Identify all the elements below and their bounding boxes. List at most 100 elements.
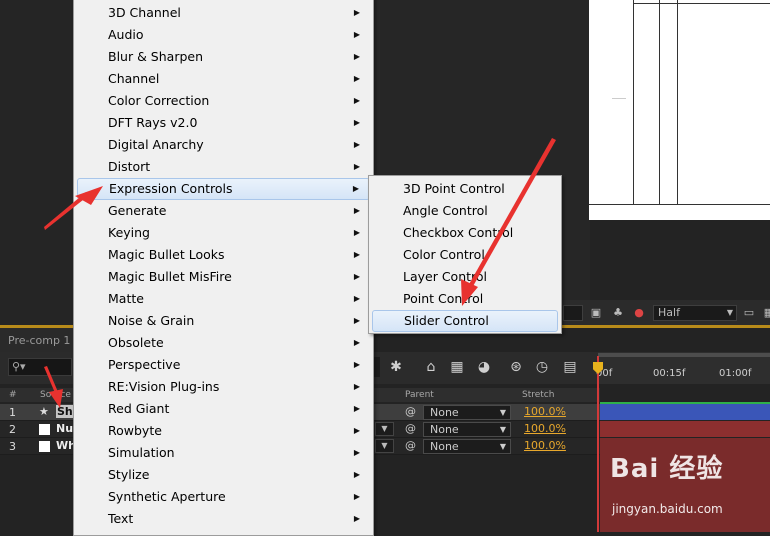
- playhead-line[interactable]: [597, 356, 599, 532]
- parent-dropdown[interactable]: None ▼: [423, 405, 511, 420]
- menu-item-dft-rays-v2-0[interactable]: DFT Rays v2.0 ▶: [77, 112, 370, 134]
- solid-layer-swatch: [39, 441, 50, 452]
- submenu-item-checkbox-control[interactable]: Checkbox Control: [372, 222, 558, 244]
- graph-editor-icon[interactable]: ⊛: [506, 357, 526, 377]
- layer-name[interactable]: Nu: [56, 422, 73, 435]
- submenu-arrow-icon: ▶: [353, 52, 360, 61]
- submenu-item-layer-control[interactable]: Layer Control: [372, 266, 558, 288]
- stretch-value[interactable]: 100.0%: [524, 439, 566, 452]
- region-of-interest-icon[interactable]: ▭: [741, 305, 757, 321]
- menu-item-magic-bullet-misfire[interactable]: Magic Bullet MisFire ▶: [77, 266, 370, 288]
- layer-name[interactable]: Sha: [56, 405, 73, 418]
- parent-dropdown[interactable]: None ▼: [423, 422, 511, 437]
- watermark-url: jingyan.baidu.com: [612, 502, 723, 516]
- menu-item-audio[interactable]: Audio ▶: [77, 24, 370, 46]
- menu-item-rowbyte[interactable]: Rowbyte ▶: [77, 420, 370, 442]
- pick-whip-icon[interactable]: @: [405, 439, 416, 452]
- parent-value: None: [430, 440, 459, 453]
- column-stretch[interactable]: Stretch: [522, 388, 554, 402]
- layer-bar[interactable]: [600, 421, 770, 437]
- submenu-arrow-icon: ▶: [353, 382, 360, 391]
- menu-item-synthetic-aperture[interactable]: Synthetic Aperture ▶: [77, 486, 370, 508]
- active-range-line: [600, 402, 770, 404]
- submenu-item-label: Checkbox Control: [403, 225, 514, 240]
- submenu-arrow-icon: ▶: [353, 162, 360, 171]
- draft-3d-icon[interactable]: ▦: [447, 357, 467, 377]
- menu-item-label: Matte: [108, 291, 144, 306]
- effects-context-menu: 3D Channel ▶ Audio ▶ Blur & Sharpen ▶ Channel ▶…: [73, 0, 374, 536]
- channel-icon[interactable]: ●: [631, 305, 647, 321]
- submenu-arrow-icon: ▶: [352, 184, 359, 193]
- column-parent[interactable]: Parent: [405, 388, 434, 402]
- menu-item-label: DFT Rays v2.0: [108, 115, 198, 130]
- guide-tick: [612, 98, 626, 99]
- layer-number: 3: [9, 440, 16, 453]
- composition-canvas[interactable]: [589, 0, 770, 220]
- menu-item-simulation[interactable]: Simulation ▶: [77, 442, 370, 464]
- menu-item-label: Magic Bullet MisFire: [108, 269, 232, 284]
- tab-precomp[interactable]: Pre-comp 1: [0, 332, 73, 350]
- layer-name[interactable]: Wh: [56, 439, 73, 452]
- timecode-field[interactable]: [563, 305, 583, 321]
- menu-item-blur-sharpen[interactable]: Blur & Sharpen ▶: [77, 46, 370, 68]
- menu-item-text[interactable]: Text ▶: [77, 508, 370, 530]
- menu-item-label: Distort: [108, 159, 151, 174]
- timeline-search-input[interactable]: ⚲▾: [8, 358, 72, 376]
- submenu-arrow-icon: ▶: [353, 30, 360, 39]
- work-area-bar[interactable]: [598, 353, 770, 357]
- show-snapshot-icon[interactable]: ♣: [610, 305, 626, 321]
- layer-bar[interactable]: [600, 404, 770, 420]
- transparency-grid-icon[interactable]: ▦: [761, 305, 770, 321]
- column-source[interactable]: Source: [40, 388, 71, 402]
- snapshot-icon[interactable]: ▣: [588, 305, 604, 321]
- stopwatch-icon[interactable]: ◷: [532, 357, 552, 377]
- submenu-item-point-control[interactable]: Point Control: [372, 288, 558, 310]
- menu-item-label: Magic Bullet Looks: [108, 247, 225, 262]
- stretch-value[interactable]: 100.0%: [524, 422, 566, 435]
- submenu-arrow-icon: ▶: [353, 250, 360, 259]
- project-panel-background: [0, 0, 73, 325]
- menu-item-channel[interactable]: Channel ▶: [77, 68, 370, 90]
- chevron-down-icon: ▼: [726, 308, 733, 317]
- menu-item-label: Perspective: [108, 357, 181, 372]
- menu-item-digital-anarchy[interactable]: Digital Anarchy ▶: [77, 134, 370, 156]
- submenu-arrow-icon: ▶: [353, 404, 360, 413]
- menu-item-stylize[interactable]: Stylize ▶: [77, 464, 370, 486]
- menu-item-generate[interactable]: Generate ▶: [77, 200, 370, 222]
- submenu-item-color-control[interactable]: Color Control: [372, 244, 558, 266]
- comp-flowchart-icon[interactable]: ⌂: [421, 357, 441, 377]
- menu-item-matte[interactable]: Matte ▶: [77, 288, 370, 310]
- chevron-down-icon: ▼: [499, 408, 506, 417]
- frame-blending-icon[interactable]: ▤: [560, 357, 580, 377]
- menu-item-perspective[interactable]: Perspective ▶: [77, 354, 370, 376]
- parent-dropdown[interactable]: None ▼: [423, 439, 511, 454]
- mode-dropdown[interactable]: ▼: [375, 439, 394, 453]
- menu-item-keying[interactable]: Keying ▶: [77, 222, 370, 244]
- pick-whip-icon[interactable]: @: [405, 405, 416, 418]
- stretch-value[interactable]: 100.0%: [524, 405, 566, 418]
- submenu-arrow-icon: ▶: [353, 316, 360, 325]
- menu-item-magic-bullet-looks[interactable]: Magic Bullet Looks ▶: [77, 244, 370, 266]
- resolution-dropdown[interactable]: Half ▼: [653, 305, 737, 321]
- menu-item-label: Text: [108, 511, 134, 526]
- pick-whip-icon[interactable]: @: [405, 422, 416, 435]
- menu-item-obsolete[interactable]: Obsolete ▶: [77, 332, 370, 354]
- submenu-item-slider-control[interactable]: Slider Control: [372, 310, 558, 332]
- menu-item-3d-channel[interactable]: 3D Channel ▶: [77, 2, 370, 24]
- submenu-item-angle-control[interactable]: Angle Control: [372, 200, 558, 222]
- submenu-item-3d-point-control[interactable]: 3D Point Control: [372, 178, 558, 200]
- menu-item-distort[interactable]: Distort ▶: [77, 156, 370, 178]
- chevron-down-icon: ▼: [499, 425, 506, 434]
- menu-item-red-giant[interactable]: Red Giant ▶: [77, 398, 370, 420]
- live-update-icon[interactable]: ✱: [386, 357, 406, 377]
- menu-item-label: Color Correction: [108, 93, 210, 108]
- mode-dropdown[interactable]: ▼: [375, 422, 394, 436]
- menu-item-color-correction[interactable]: Color Correction ▶: [77, 90, 370, 112]
- menu-item-noise-grain[interactable]: Noise & Grain ▶: [77, 310, 370, 332]
- ruler-label-1s: 01:00f: [719, 368, 752, 379]
- shape-layer-icon: ★: [39, 405, 49, 418]
- menu-item-expression-controls[interactable]: Expression Controls ▶: [77, 178, 370, 200]
- motion-blur-icon[interactable]: ◕: [474, 357, 494, 377]
- menu-item-re-vision-plug-ins[interactable]: RE:Vision Plug-ins ▶: [77, 376, 370, 398]
- menu-item-label: Simulation: [108, 445, 175, 460]
